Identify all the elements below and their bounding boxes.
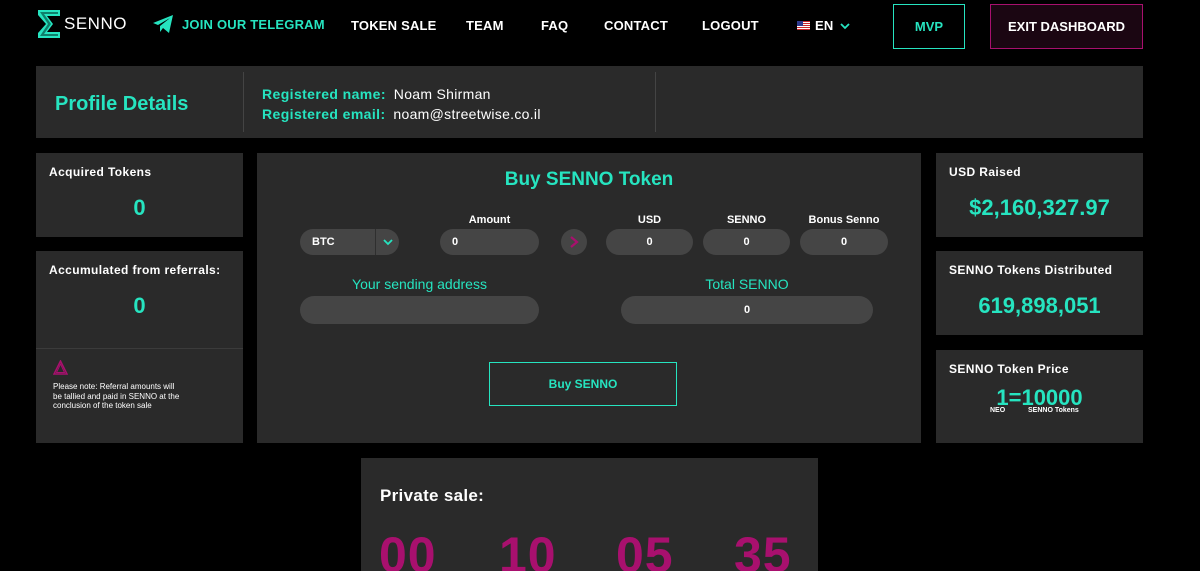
usd-label: USD — [637, 214, 662, 226]
nav-token-sale[interactable]: TOKEN SALE — [351, 18, 437, 33]
chevron-down-icon — [382, 239, 393, 246]
amount-label: Amount — [468, 214, 511, 226]
buy-title: Buy SENNO Token — [504, 169, 674, 190]
mvp-button[interactable]: MVP — [893, 4, 965, 49]
language-label: EN — [815, 18, 834, 33]
warning-triangle-icon — [53, 360, 68, 375]
usd-raised-label: USD Raised — [949, 165, 1022, 179]
referral-note: Please note: Referral amounts will be ta… — [53, 382, 180, 410]
referrals-card: Accumulated from referrals: 0 Please not… — [36, 251, 243, 443]
amount-input[interactable]: 0 — [440, 229, 539, 255]
usd-raised-card: USD Raised $2,160,327.97 — [936, 153, 1143, 237]
profile-info: Registered name: Noam Shirman Registered… — [262, 84, 541, 124]
acquired-tokens-label: Acquired Tokens — [49, 165, 152, 179]
sending-address-input[interactable] — [300, 296, 539, 324]
chevron-down-icon — [840, 22, 851, 29]
acquired-tokens-value: 0 — [133, 195, 146, 220]
registered-email-value: noam@streetwise.co.il — [393, 106, 541, 122]
us-flag-icon — [797, 21, 810, 30]
nav-team[interactable]: TEAM — [466, 18, 504, 33]
tokens-distributed-card: SENNO Tokens Distributed 619,898,051 — [936, 251, 1143, 335]
top-navbar: SENNO JOIN OUR TELEGRAM TOKEN SALE TEAM … — [0, 0, 1200, 52]
language-selector[interactable]: EN — [797, 18, 851, 33]
telegram-label: JOIN OUR TELEGRAM — [182, 16, 325, 32]
nav-logout[interactable]: LOGOUT — [702, 18, 759, 33]
currency-select[interactable]: BTC — [300, 229, 399, 255]
profile-title: Profile Details — [55, 93, 189, 115]
countdown-hours: 10 — [499, 527, 557, 571]
price-right-unit: SENNO Tokens — [1028, 407, 1079, 414]
tokens-distributed-label: SENNO Tokens Distributed — [949, 263, 1113, 277]
exit-dashboard-button[interactable]: EXIT DASHBOARD — [990, 4, 1143, 49]
profile-details-panel: Profile Details Registered name: Noam Sh… — [36, 66, 1143, 138]
countdown-seconds: 35 — [734, 527, 792, 571]
token-price-label: SENNO Token Price — [949, 362, 1069, 376]
convert-arrow-button[interactable] — [561, 229, 587, 255]
registered-name-value: Noam Shirman — [393, 86, 491, 102]
nav-faq[interactable]: FAQ — [541, 18, 568, 33]
token-price-card: SENNO Token Price 1=10000 NEO SENNO Toke… — [936, 350, 1143, 443]
sigma-logo-icon — [38, 10, 60, 38]
senno-label: SENNO — [726, 214, 767, 226]
private-sale-title: Private sale: — [380, 486, 485, 505]
logo[interactable]: SENNO — [36, 8, 127, 40]
divider — [36, 348, 243, 349]
currency-value: BTC — [312, 236, 335, 248]
referrals-label: Accumulated from referrals: — [49, 263, 221, 277]
bonus-senno-label: Bonus Senno — [808, 214, 880, 226]
referrals-value: 0 — [133, 293, 146, 318]
sending-address-label: Your sending address — [352, 276, 487, 292]
countdown-days: 00 — [379, 527, 437, 571]
total-senno-output: 0 — [621, 296, 873, 324]
usd-raised-value: $2,160,327.97 — [969, 195, 1110, 220]
buy-senno-button[interactable]: Buy SENNO — [489, 362, 677, 406]
nav-contact[interactable]: CONTACT — [604, 18, 668, 33]
registered-name-label: Registered name: — [262, 86, 386, 102]
total-senno-label: Total SENNO — [705, 276, 789, 292]
tokens-distributed-value: 619,898,051 — [978, 293, 1101, 318]
price-equals: = — [1008, 385, 1022, 410]
countdown-minutes: 05 — [616, 527, 674, 571]
usd-output: 0 — [606, 229, 693, 255]
arrow-right-icon — [570, 236, 579, 248]
registered-email-label: Registered email: — [262, 106, 386, 122]
logo-text: SENNO — [64, 14, 127, 33]
bonus-senno-output: 0 — [800, 229, 888, 255]
join-telegram-link[interactable]: JOIN OUR TELEGRAM — [152, 14, 325, 34]
divider — [243, 72, 244, 132]
senno-output: 0 — [703, 229, 790, 255]
price-left-unit: NEO — [990, 407, 1006, 414]
divider — [655, 72, 656, 132]
currency-dropdown-toggle[interactable] — [375, 229, 399, 255]
private-sale-panel: Private sale: 00 10 05 35 — [361, 458, 818, 571]
acquired-tokens-card: Acquired Tokens 0 — [36, 153, 243, 237]
telegram-plane-icon — [153, 15, 173, 33]
buy-token-panel: Buy SENNO Token BTC Amount 0 USD 0 SENNO… — [257, 153, 921, 443]
